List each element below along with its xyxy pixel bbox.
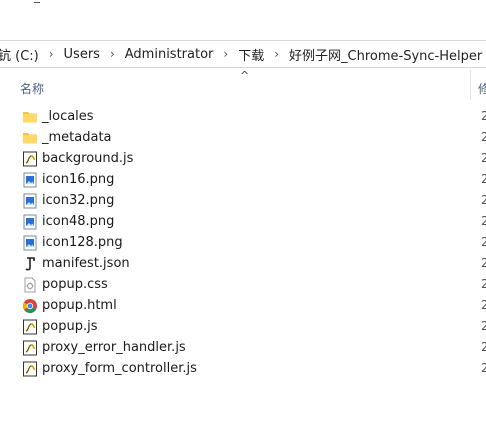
file-row[interactable]: _metadata 2 — [0, 127, 486, 148]
file-row[interactable]: popup.html 2 — [0, 295, 486, 316]
image-file-icon — [22, 235, 38, 251]
column-header-modified[interactable]: 修 — [478, 80, 486, 97]
scroll-region[interactable] — [470, 100, 486, 438]
file-row[interactable]: _locales 2 — [0, 106, 486, 127]
file-name: background.js — [42, 151, 134, 166]
file-row[interactable]: icon48.png 2 — [0, 211, 486, 232]
image-file-icon — [22, 193, 38, 209]
js-file-icon — [22, 361, 38, 377]
file-name: icon128.png — [42, 235, 123, 250]
column-divider[interactable] — [470, 70, 471, 100]
json-file-icon — [22, 256, 38, 272]
file-name: icon16.png — [42, 172, 115, 187]
file-name: popup.js — [42, 319, 98, 334]
file-row[interactable]: background.js 2 — [0, 148, 486, 169]
chevron-right-icon[interactable]: › — [104, 47, 121, 61]
file-name: _metadata — [42, 130, 112, 145]
file-row[interactable]: popup.css 2 — [0, 274, 486, 295]
file-name: popup.html — [42, 298, 117, 313]
column-header-name[interactable]: 名称 — [20, 80, 44, 97]
file-name: icon48.png — [42, 214, 115, 229]
file-row[interactable]: proxy_error_handler.js 2 — [0, 337, 486, 358]
chrome-html-icon — [22, 298, 38, 314]
file-name: proxy_form_controller.js — [42, 361, 197, 376]
folder-icon — [22, 109, 38, 125]
image-file-icon — [22, 214, 38, 230]
file-name: icon32.png — [42, 193, 115, 208]
window-top-area — [0, 0, 486, 40]
breadcrumb-drive[interactable]: 钪 (C:) — [0, 45, 43, 64]
file-name: _locales — [42, 109, 94, 124]
file-row[interactable]: icon32.png 2 — [0, 190, 486, 211]
breadcrumb-current-folder[interactable]: 好例子网_Chrome-Sync-Helper — [285, 45, 486, 64]
file-name: proxy_error_handler.js — [42, 340, 186, 355]
address-bar[interactable]: 钪 (C:) › Users › Administrator › 下载 › 好例… — [0, 40, 486, 68]
file-row[interactable]: icon128.png 2 — [0, 232, 486, 253]
file-row[interactable]: icon16.png 2 — [0, 169, 486, 190]
image-file-icon — [22, 172, 38, 188]
sort-ascending-icon: ^ — [240, 69, 250, 82]
title-fragment — [34, 0, 40, 3]
chevron-right-icon[interactable]: › — [43, 47, 60, 61]
file-list: _locales 2 _metadata 2 background.js 2 icon16.… — [0, 106, 486, 379]
file-row[interactable]: proxy_form_controller.js 2 — [0, 358, 486, 379]
breadcrumb-administrator[interactable]: Administrator — [121, 47, 218, 62]
breadcrumb-downloads[interactable]: 下载 — [234, 45, 268, 64]
chevron-right-icon[interactable]: › — [217, 47, 234, 61]
file-name: popup.css — [42, 277, 108, 292]
css-file-icon — [22, 277, 38, 293]
file-name: manifest.json — [42, 256, 130, 271]
chevron-right-icon[interactable]: › — [268, 47, 285, 61]
js-file-icon — [22, 151, 38, 167]
js-file-icon — [22, 319, 38, 335]
file-row[interactable]: manifest.json 2 — [0, 253, 486, 274]
file-row[interactable]: popup.js 2 — [0, 316, 486, 337]
folder-icon — [22, 130, 38, 146]
breadcrumb-users[interactable]: Users — [60, 47, 104, 62]
js-file-icon — [22, 340, 38, 356]
